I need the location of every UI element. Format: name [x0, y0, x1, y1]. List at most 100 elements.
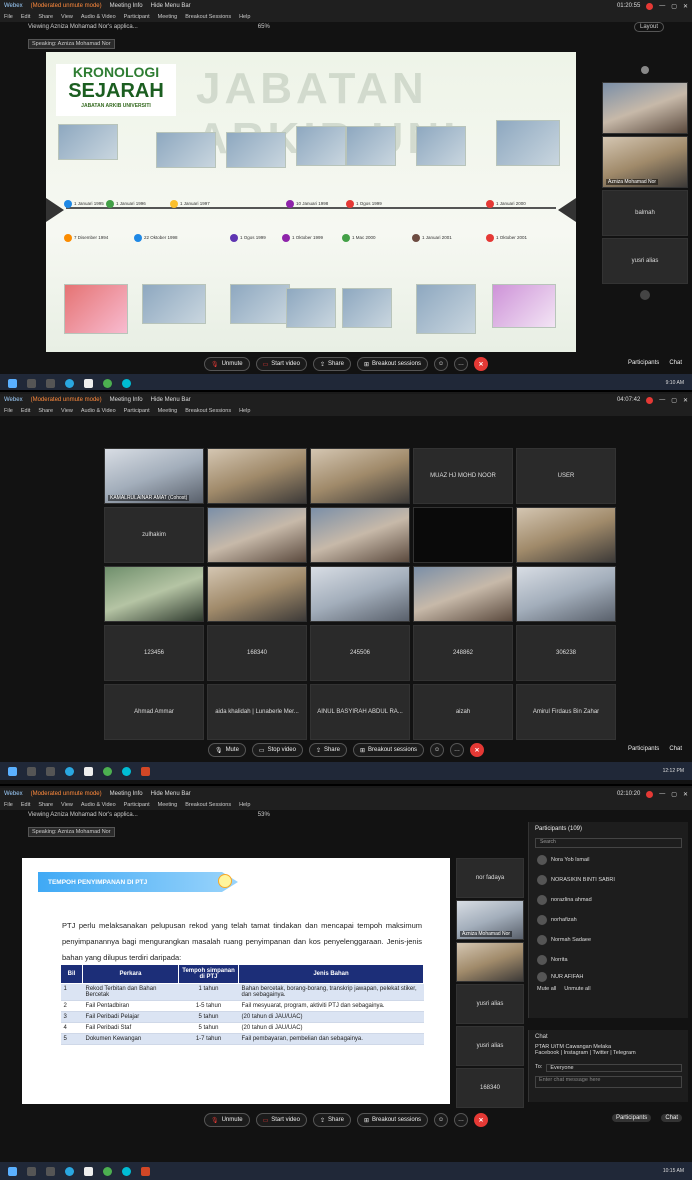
hide-menu-button[interactable]: Hide Menu Bar [151, 397, 191, 403]
participant-row[interactable]: norhafizah [529, 910, 688, 930]
breakout-button[interactable]: ⊞ Breakout sessions [356, 357, 429, 371]
menu-file[interactable]: File [4, 408, 13, 414]
chat-button[interactable]: Chat [669, 746, 682, 752]
participant-row[interactable]: NUR AFIFAH [529, 970, 688, 984]
reactions-icon[interactable]: ☺ [434, 1113, 449, 1127]
participant-row[interactable]: Norrita [529, 950, 688, 970]
layout-button[interactable]: Layout [633, 22, 664, 32]
leave-button[interactable]: ✕ [470, 743, 485, 757]
maximize-icon[interactable]: ▢ [671, 3, 677, 10]
menu-help[interactable]: Help [239, 14, 250, 20]
menu-edit[interactable]: Edit [21, 14, 30, 20]
menu-participant[interactable]: Participant [124, 802, 150, 808]
search-icon[interactable] [27, 766, 36, 776]
windows-icon[interactable] [8, 1166, 17, 1176]
participants-search[interactable]: Search [535, 838, 682, 848]
video-tile[interactable] [207, 507, 307, 563]
video-tile[interactable]: AINUL BASYIRAH ABDUL RA... [310, 684, 410, 740]
menu-view[interactable]: View [61, 408, 73, 414]
close-icon[interactable]: ✕ [683, 3, 688, 10]
windows-icon[interactable] [8, 766, 17, 776]
menu-edit[interactable]: Edit [21, 408, 30, 414]
participant-row[interactable]: Normah Sadaee [529, 930, 688, 950]
breakout-button[interactable]: ⊞ Breakout sessions [352, 743, 425, 757]
stop-video-button[interactable]: ▭ Stop video [251, 743, 303, 757]
powerpoint-icon[interactable] [141, 1166, 150, 1176]
video-tile[interactable]: aizah [413, 684, 513, 740]
meeting-info-button[interactable]: Meeting Info [110, 3, 143, 9]
chat-button[interactable]: Chat [669, 360, 682, 366]
video-tile[interactable] [310, 507, 410, 563]
video-tile[interactable]: nor fadaya [456, 858, 524, 898]
share-button[interactable]: ⇪ Share [312, 1113, 351, 1127]
edge-icon[interactable] [65, 1166, 74, 1176]
menu-share[interactable]: Share [38, 14, 53, 20]
unmute-button[interactable]: 🎙 Unmute [203, 357, 250, 371]
powerpoint-icon[interactable] [141, 766, 150, 776]
video-tile[interactable]: aida khalidah | Lunaberle Mer... [207, 684, 307, 740]
video-tile[interactable] [516, 507, 616, 563]
video-tile[interactable]: 123456 [104, 625, 204, 681]
menu-meeting[interactable]: Meeting [158, 14, 178, 20]
more-icon[interactable]: … [454, 1113, 469, 1127]
menu-view[interactable]: View [61, 802, 73, 808]
menu-share[interactable]: Share [38, 802, 53, 808]
minimize-icon[interactable]: — [659, 397, 665, 403]
video-tile[interactable]: 168340 [207, 625, 307, 681]
more-icon[interactable]: … [450, 743, 465, 757]
menu-participant[interactable]: Participant [124, 14, 150, 20]
participant-row[interactable]: NORASIKIN BINTI SABRI [529, 870, 688, 890]
menu-meeting[interactable]: Meeting [158, 802, 178, 808]
menu-view[interactable]: View [61, 14, 73, 20]
menu-breakout[interactable]: Breakout Sessions [185, 14, 231, 20]
leave-button[interactable]: ✕ [474, 1113, 489, 1127]
video-tile[interactable] [516, 566, 616, 622]
search-icon[interactable] [27, 378, 36, 388]
maximize-icon[interactable]: ▢ [671, 397, 677, 404]
windows-icon[interactable] [8, 378, 17, 388]
menu-file[interactable]: File [4, 14, 13, 20]
chat-button[interactable]: Chat [661, 1114, 682, 1122]
video-tile[interactable] [602, 82, 688, 134]
video-tile[interactable]: Ahmad Ammar [104, 684, 204, 740]
unmute-button[interactable]: 🎙 Unmute [203, 1113, 250, 1127]
task-view-icon[interactable] [46, 766, 55, 776]
menu-file[interactable]: File [4, 802, 13, 808]
menu-edit[interactable]: Edit [21, 802, 30, 808]
participants-button[interactable]: Participants [628, 360, 659, 366]
more-icon[interactable]: … [454, 357, 469, 371]
menu-breakout[interactable]: Breakout Sessions [185, 802, 231, 808]
video-tile[interactable] [413, 566, 513, 622]
store-icon[interactable] [84, 766, 93, 776]
task-view-icon[interactable] [46, 1166, 55, 1176]
video-tile[interactable] [310, 448, 410, 504]
edge-icon[interactable] [65, 766, 74, 776]
video-tile[interactable]: 306238 [516, 625, 616, 681]
participants-button[interactable]: Participants [628, 746, 659, 752]
mute-all-button[interactable]: Mute all [537, 986, 556, 992]
video-tile[interactable]: USER [516, 448, 616, 504]
chrome-icon[interactable] [103, 1166, 112, 1176]
webex-icon[interactable] [122, 1166, 131, 1176]
share-button[interactable]: ⇪ Share [308, 743, 347, 757]
menu-help[interactable]: Help [239, 408, 250, 414]
video-tile[interactable]: 245506 [310, 625, 410, 681]
reactions-icon[interactable]: ☺ [430, 743, 445, 757]
video-tile[interactable] [310, 566, 410, 622]
menu-share[interactable]: Share [38, 408, 53, 414]
video-tile[interactable]: Azniza Mohamad Nor [602, 136, 688, 188]
video-tile[interactable] [207, 448, 307, 504]
video-tile[interactable]: 168340 [456, 1068, 524, 1108]
video-tile[interactable]: KAMALRULAINAR AMAT (Cohost) [104, 448, 204, 504]
webex-icon[interactable] [122, 378, 131, 388]
menu-audio-video[interactable]: Audio & Video [81, 14, 116, 20]
video-tile[interactable]: Azniza Mohamad Nor [456, 900, 524, 940]
participants-button[interactable]: Participants [611, 1114, 652, 1122]
menu-meeting[interactable]: Meeting [158, 408, 178, 414]
video-tile[interactable]: Amirul Firdaus Bin Zahar [516, 684, 616, 740]
meeting-info-button[interactable]: Meeting Info [110, 791, 143, 797]
video-tile[interactable]: 248862 [413, 625, 513, 681]
hide-menu-button[interactable]: Hide Menu Bar [151, 791, 191, 797]
chrome-icon[interactable] [103, 378, 112, 388]
minimize-icon[interactable]: — [659, 791, 665, 797]
